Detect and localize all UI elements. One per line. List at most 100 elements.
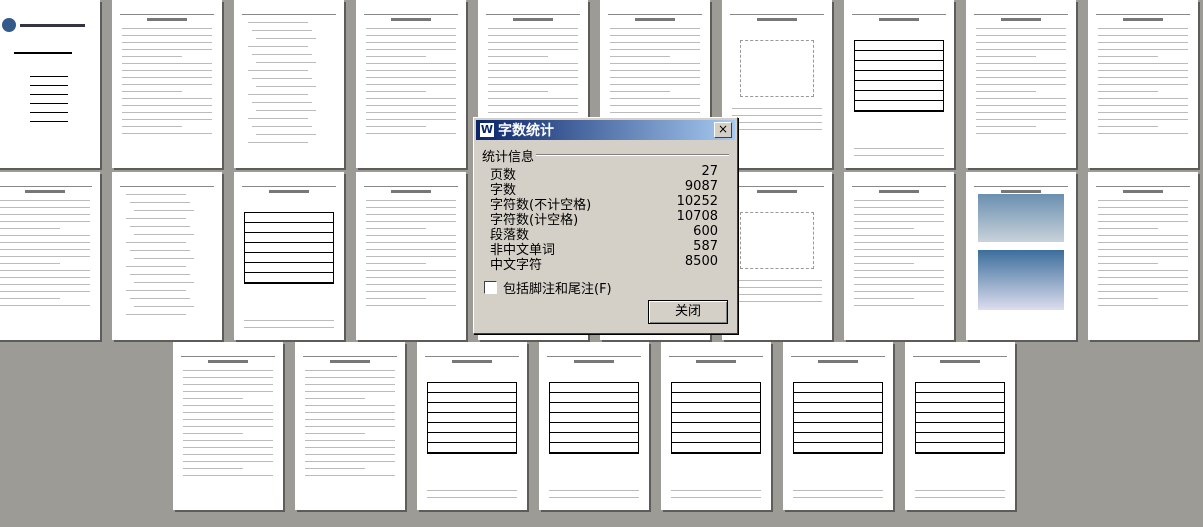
text-line [305, 370, 395, 371]
page-heading [452, 360, 492, 363]
text-line [549, 497, 639, 498]
page-heading [147, 18, 187, 21]
text-line [248, 22, 308, 23]
close-button[interactable]: 关闭 [648, 300, 728, 324]
text-line [366, 63, 456, 64]
page-thumbnail[interactable] [234, 0, 344, 168]
text-line [256, 134, 316, 135]
page-thumbnail[interactable] [1088, 0, 1198, 168]
page-thumbnail[interactable] [0, 0, 100, 168]
text-line [732, 294, 822, 295]
text-line [976, 35, 1066, 36]
text-line [366, 249, 456, 250]
page-thumbnail[interactable] [661, 342, 771, 510]
stat-value: 8500 [684, 254, 718, 269]
text-line [126, 218, 186, 219]
text-line [488, 70, 578, 71]
text-line [366, 256, 456, 257]
text-line [488, 56, 548, 57]
page-thumbnail[interactable] [295, 342, 405, 510]
page-heading [513, 18, 553, 21]
text-line [130, 202, 190, 203]
page-thumbnail[interactable] [112, 172, 222, 340]
text-line [0, 242, 90, 243]
text-line [854, 277, 944, 278]
text-line [976, 49, 1066, 50]
include-footnotes-checkbox[interactable]: 包括脚注和尾注(F) [484, 278, 612, 297]
text-line [1098, 98, 1188, 99]
text-line [732, 287, 822, 288]
stat-row: 中文字符 8500 [490, 254, 718, 273]
text-line [134, 234, 194, 235]
text-line [488, 42, 578, 43]
text-line [0, 221, 90, 222]
page-thumbnail[interactable] [966, 172, 1076, 340]
page-thumbnail[interactable] [966, 0, 1076, 168]
dialog-titlebar[interactable]: W 字数统计 [476, 120, 735, 140]
page-thumbnail[interactable] [234, 172, 344, 340]
close-icon[interactable]: × [714, 122, 732, 138]
page-thumbnail[interactable] [1088, 172, 1198, 340]
text-line [252, 30, 312, 31]
text-line [122, 98, 212, 99]
text-line [122, 56, 182, 57]
text-line [183, 398, 243, 399]
text-line [1098, 28, 1188, 29]
page-thumbnail[interactable] [417, 342, 527, 510]
page-thumbnail[interactable] [0, 172, 100, 340]
text-line [427, 490, 517, 491]
text-line [610, 98, 700, 99]
page-header [791, 352, 885, 357]
text-line [0, 263, 60, 264]
page-thumbnail[interactable] [844, 172, 954, 340]
text-line [610, 63, 700, 64]
text-line [610, 56, 670, 57]
checkbox-box[interactable] [484, 281, 497, 294]
page-header [120, 182, 214, 187]
text-line [732, 280, 822, 281]
text-line [366, 291, 456, 292]
page-thumbnail[interactable] [905, 342, 1015, 510]
page-thumbnail[interactable] [722, 0, 832, 168]
page-thumbnail[interactable] [173, 342, 283, 510]
page-thumbnail[interactable] [783, 342, 893, 510]
page-thumbnail[interactable] [112, 0, 222, 168]
page-thumbnail[interactable] [356, 0, 466, 168]
text-line [976, 42, 1066, 43]
page-thumbnail[interactable] [356, 172, 466, 340]
page-header [974, 182, 1068, 187]
text-line [854, 148, 944, 149]
text-line [122, 105, 212, 106]
text-line [976, 119, 1066, 120]
text-line [1098, 119, 1188, 120]
text-line [732, 129, 822, 130]
text-line [1098, 35, 1188, 36]
text-line [976, 28, 1066, 29]
text-line [183, 447, 273, 448]
page-heading [1123, 18, 1163, 21]
text-line [248, 70, 308, 71]
page-thumbnail[interactable] [539, 342, 649, 510]
text-line [305, 405, 395, 406]
text-line [305, 475, 395, 476]
text-line [488, 35, 578, 36]
page-thumbnail[interactable] [844, 0, 954, 168]
page-heading [208, 360, 248, 363]
text-line [183, 475, 273, 476]
text-line [0, 249, 90, 250]
text-line [488, 28, 578, 29]
text-line [976, 84, 1066, 85]
text-line [1098, 270, 1188, 271]
word-count-dialog: W 字数统计 × 统计信息 页数 27 字数 9087 字符数(不计空格) 10252 字符… [473, 117, 738, 334]
text-line [854, 284, 944, 285]
text-line [732, 115, 822, 116]
text-line [793, 497, 883, 498]
page-header [1096, 10, 1190, 15]
page-thumbnail[interactable] [722, 172, 832, 340]
text-line [256, 86, 316, 87]
text-line [854, 305, 944, 306]
text-line [252, 126, 312, 127]
text-line [0, 284, 90, 285]
cover-field-line [30, 121, 68, 122]
text-line [183, 440, 273, 441]
